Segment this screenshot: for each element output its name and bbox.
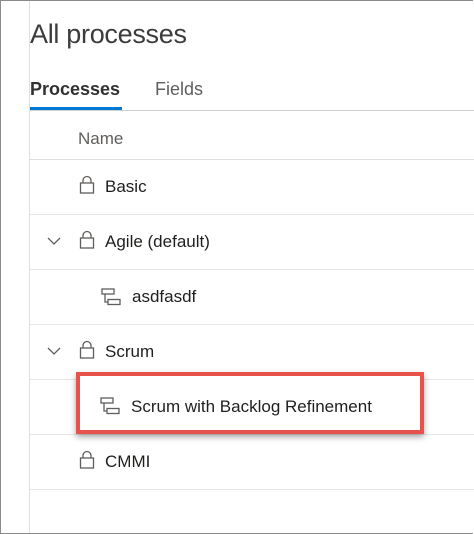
tab-fields[interactable]: Fields [155, 79, 203, 100]
process-name[interactable]: Scrum with Backlog Refinement [131, 397, 372, 417]
table-row[interactable]: Basic [30, 160, 474, 215]
tab-processes[interactable]: Processes [30, 79, 120, 100]
tab-bar: Processes Fields [30, 79, 474, 110]
chevron-down-icon[interactable] [46, 235, 62, 247]
table-row[interactable]: CMMI [30, 435, 474, 490]
lock-icon [79, 175, 95, 194]
process-name[interactable]: asdfasdf [132, 287, 196, 307]
processes-panel: All processes Processes Fields Name Basi… [0, 0, 474, 534]
highlighted-process-row[interactable]: Scrum with Backlog Refinement [76, 372, 424, 434]
process-name[interactable]: CMMI [105, 452, 150, 472]
inherited-process-icon [101, 288, 121, 306]
tab-bar-divider [30, 110, 474, 111]
chevron-down-icon[interactable] [46, 345, 62, 357]
page-title: All processes [30, 19, 187, 49]
inherited-process-icon [100, 397, 120, 415]
process-name[interactable]: Scrum [105, 342, 154, 362]
lock-icon [79, 230, 95, 249]
column-header-name[interactable]: Name [78, 129, 123, 149]
table-row[interactable]: asdfasdf [30, 270, 474, 325]
lock-icon [79, 340, 95, 359]
process-name[interactable]: Agile (default) [105, 232, 210, 252]
process-name[interactable]: Basic [105, 177, 147, 197]
table-row[interactable]: Agile (default) [30, 215, 474, 270]
lock-icon [79, 450, 95, 469]
